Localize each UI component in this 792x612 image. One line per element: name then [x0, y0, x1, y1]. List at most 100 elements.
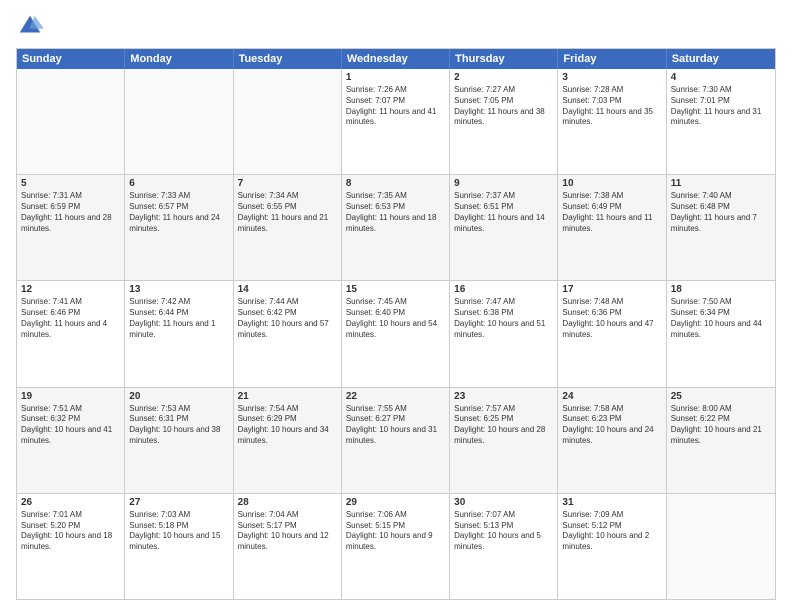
day-info: Sunrise: 7:48 AM Sunset: 6:36 PM Dayligh… — [562, 297, 661, 340]
calendar-week-1: 5 Sunrise: 7:31 AM Sunset: 6:59 PM Daylig… — [17, 174, 775, 280]
calendar-week-4: 26 Sunrise: 7:01 AM Sunset: 5:20 PM Dayli… — [17, 493, 775, 599]
day-header-wednesday: Wednesday — [342, 49, 450, 69]
day-number: 11 — [671, 178, 771, 189]
header — [16, 12, 776, 40]
day-info: Sunrise: 7:37 AM Sunset: 6:51 PM Dayligh… — [454, 191, 553, 234]
page: SundayMondayTuesdayWednesdayThursdayFrid… — [0, 0, 792, 612]
calendar-week-2: 12 Sunrise: 7:41 AM Sunset: 6:46 PM Dayli… — [17, 280, 775, 386]
calendar-header: SundayMondayTuesdayWednesdayThursdayFrid… — [17, 49, 775, 69]
day-cell-17: 17Sunrise: 7:48 AM Sunset: 6:36 PM Dayli… — [558, 281, 666, 386]
day-header-tuesday: Tuesday — [234, 49, 342, 69]
day-info: Sunrise: 7:42 AM Sunset: 6:44 PM Dayligh… — [129, 297, 228, 340]
day-cell-1: 1 Sunrise: 7:26 AM Sunset: 7:07 PM Daylig… — [342, 69, 450, 174]
day-cell-25: 25 Sunrise: 8:00 AM Sunset: 6:22 PM Dayli… — [667, 388, 775, 493]
empty-cell — [17, 69, 125, 174]
day-header-monday: Monday — [125, 49, 233, 69]
day-number: 29 — [346, 497, 445, 508]
day-cell-11: 11 Sunrise: 7:40 AM Sunset: 6:48 PM Dayli… — [667, 175, 775, 280]
day-info: Sunrise: 7:31 AM Sunset: 6:59 PM Dayligh… — [21, 191, 120, 234]
day-number: 19 — [21, 391, 120, 402]
day-cell-7: 7Sunrise: 7:34 AM Sunset: 6:55 PM Daylig… — [234, 175, 342, 280]
day-info: Sunrise: 7:04 AM Sunset: 5:17 PM Dayligh… — [238, 510, 337, 553]
day-info: Sunrise: 7:40 AM Sunset: 6:48 PM Dayligh… — [671, 191, 771, 234]
day-number: 12 — [21, 284, 120, 295]
day-info: Sunrise: 7:35 AM Sunset: 6:53 PM Dayligh… — [346, 191, 445, 234]
day-info: Sunrise: 7:57 AM Sunset: 6:25 PM Dayligh… — [454, 404, 553, 447]
day-number: 14 — [238, 284, 337, 295]
day-cell-30: 30Sunrise: 7:07 AM Sunset: 5:13 PM Dayli… — [450, 494, 558, 599]
day-header-saturday: Saturday — [667, 49, 775, 69]
day-number: 16 — [454, 284, 553, 295]
day-info: Sunrise: 7:07 AM Sunset: 5:13 PM Dayligh… — [454, 510, 553, 553]
day-info: Sunrise: 7:53 AM Sunset: 6:31 PM Dayligh… — [129, 404, 228, 447]
day-number: 22 — [346, 391, 445, 402]
day-number: 28 — [238, 497, 337, 508]
day-cell-18: 18Sunrise: 7:50 AM Sunset: 6:34 PM Dayli… — [667, 281, 775, 386]
day-number: 1 — [346, 72, 445, 83]
day-info: Sunrise: 7:09 AM Sunset: 5:12 PM Dayligh… — [562, 510, 661, 553]
day-cell-21: 21Sunrise: 7:54 AM Sunset: 6:29 PM Dayli… — [234, 388, 342, 493]
calendar-week-0: 1 Sunrise: 7:26 AM Sunset: 7:07 PM Daylig… — [17, 69, 775, 174]
day-info: Sunrise: 7:47 AM Sunset: 6:38 PM Dayligh… — [454, 297, 553, 340]
day-cell-16: 16 Sunrise: 7:47 AM Sunset: 6:38 PM Dayli… — [450, 281, 558, 386]
calendar: SundayMondayTuesdayWednesdayThursdayFrid… — [16, 48, 776, 600]
day-cell-4: 4Sunrise: 7:30 AM Sunset: 7:01 PM Daylig… — [667, 69, 775, 174]
day-info: Sunrise: 7:45 AM Sunset: 6:40 PM Dayligh… — [346, 297, 445, 340]
day-number: 21 — [238, 391, 337, 402]
empty-cell — [667, 494, 775, 599]
day-info: Sunrise: 7:50 AM Sunset: 6:34 PM Dayligh… — [671, 297, 771, 340]
day-cell-28: 28 Sunrise: 7:04 AM Sunset: 5:17 PM Dayli… — [234, 494, 342, 599]
day-header-sunday: Sunday — [17, 49, 125, 69]
day-info: Sunrise: 7:41 AM Sunset: 6:46 PM Dayligh… — [21, 297, 120, 340]
day-cell-9: 9 Sunrise: 7:37 AM Sunset: 6:51 PM Daylig… — [450, 175, 558, 280]
day-info: Sunrise: 7:58 AM Sunset: 6:23 PM Dayligh… — [562, 404, 661, 447]
day-cell-23: 23 Sunrise: 7:57 AM Sunset: 6:25 PM Dayli… — [450, 388, 558, 493]
day-info: Sunrise: 7:33 AM Sunset: 6:57 PM Dayligh… — [129, 191, 228, 234]
logo-icon — [16, 12, 44, 40]
day-number: 8 — [346, 178, 445, 189]
day-cell-31: 31Sunrise: 7:09 AM Sunset: 5:12 PM Dayli… — [558, 494, 666, 599]
day-info: Sunrise: 7:38 AM Sunset: 6:49 PM Dayligh… — [562, 191, 661, 234]
day-header-friday: Friday — [558, 49, 666, 69]
day-cell-29: 29 Sunrise: 7:06 AM Sunset: 5:15 PM Dayli… — [342, 494, 450, 599]
day-cell-3: 3 Sunrise: 7:28 AM Sunset: 7:03 PM Daylig… — [558, 69, 666, 174]
day-number: 6 — [129, 178, 228, 189]
day-cell-5: 5 Sunrise: 7:31 AM Sunset: 6:59 PM Daylig… — [17, 175, 125, 280]
day-cell-24: 24 Sunrise: 7:58 AM Sunset: 6:23 PM Dayli… — [558, 388, 666, 493]
day-number: 26 — [21, 497, 120, 508]
day-cell-13: 13 Sunrise: 7:42 AM Sunset: 6:44 PM Dayli… — [125, 281, 233, 386]
day-number: 25 — [671, 391, 771, 402]
day-cell-12: 12 Sunrise: 7:41 AM Sunset: 6:46 PM Dayli… — [17, 281, 125, 386]
day-number: 24 — [562, 391, 661, 402]
day-number: 3 — [562, 72, 661, 83]
day-number: 5 — [21, 178, 120, 189]
calendar-week-3: 19 Sunrise: 7:51 AM Sunset: 6:32 PM Dayli… — [17, 387, 775, 493]
day-cell-14: 14 Sunrise: 7:44 AM Sunset: 6:42 PM Dayli… — [234, 281, 342, 386]
day-number: 2 — [454, 72, 553, 83]
day-cell-22: 22Sunrise: 7:55 AM Sunset: 6:27 PM Dayli… — [342, 388, 450, 493]
day-info: Sunrise: 8:00 AM Sunset: 6:22 PM Dayligh… — [671, 404, 771, 447]
day-info: Sunrise: 7:06 AM Sunset: 5:15 PM Dayligh… — [346, 510, 445, 553]
day-info: Sunrise: 7:51 AM Sunset: 6:32 PM Dayligh… — [21, 404, 120, 447]
day-info: Sunrise: 7:26 AM Sunset: 7:07 PM Dayligh… — [346, 85, 445, 128]
day-cell-26: 26 Sunrise: 7:01 AM Sunset: 5:20 PM Dayli… — [17, 494, 125, 599]
day-cell-10: 10Sunrise: 7:38 AM Sunset: 6:49 PM Dayli… — [558, 175, 666, 280]
day-number: 9 — [454, 178, 553, 189]
day-number: 7 — [238, 178, 337, 189]
day-info: Sunrise: 7:28 AM Sunset: 7:03 PM Dayligh… — [562, 85, 661, 128]
logo — [16, 12, 48, 40]
day-info: Sunrise: 7:01 AM Sunset: 5:20 PM Dayligh… — [21, 510, 120, 553]
day-cell-6: 6 Sunrise: 7:33 AM Sunset: 6:57 PM Daylig… — [125, 175, 233, 280]
empty-cell — [234, 69, 342, 174]
day-cell-8: 8 Sunrise: 7:35 AM Sunset: 6:53 PM Daylig… — [342, 175, 450, 280]
day-cell-15: 15Sunrise: 7:45 AM Sunset: 6:40 PM Dayli… — [342, 281, 450, 386]
day-number: 13 — [129, 284, 228, 295]
day-info: Sunrise: 7:44 AM Sunset: 6:42 PM Dayligh… — [238, 297, 337, 340]
empty-cell — [125, 69, 233, 174]
day-info: Sunrise: 7:30 AM Sunset: 7:01 PM Dayligh… — [671, 85, 771, 128]
day-number: 27 — [129, 497, 228, 508]
day-cell-2: 2 Sunrise: 7:27 AM Sunset: 7:05 PM Daylig… — [450, 69, 558, 174]
day-number: 23 — [454, 391, 553, 402]
day-info: Sunrise: 7:27 AM Sunset: 7:05 PM Dayligh… — [454, 85, 553, 128]
day-info: Sunrise: 7:03 AM Sunset: 5:18 PM Dayligh… — [129, 510, 228, 553]
